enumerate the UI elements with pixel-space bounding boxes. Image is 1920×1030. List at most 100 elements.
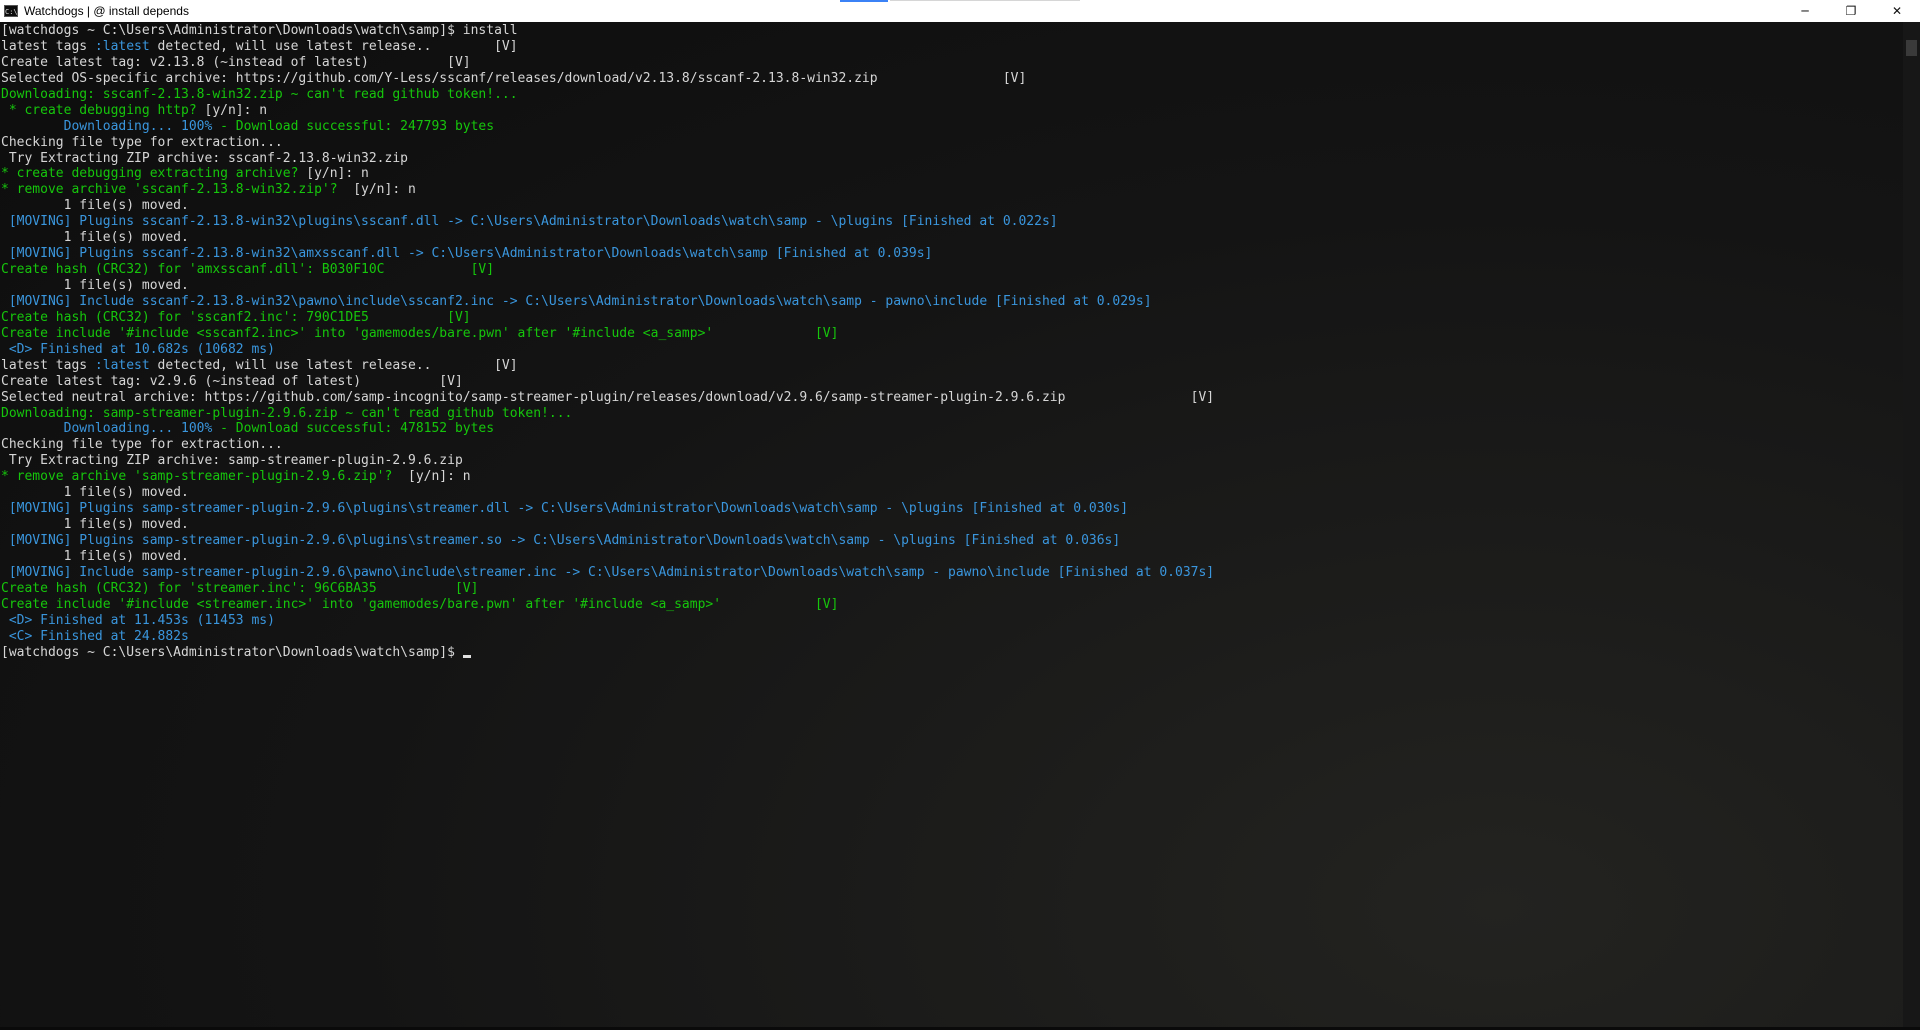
console-text: * remove archive 'samp-streamer-plugin-2… xyxy=(1,469,408,485)
shell-prompt: [watchdogs ~ C:\Users\Administrator\Down… xyxy=(1,644,463,660)
console-text: Selected neutral archive: https://github… xyxy=(1,389,1215,405)
console-line: Create include '#include <sscanf2.inc>' … xyxy=(1,326,1900,342)
vertical-scrollbar[interactable] xyxy=(1903,22,1920,1030)
scrollbar-thumb[interactable] xyxy=(1906,40,1917,56)
console-line: <D> Finished at 10.682s (10682 ms) xyxy=(1,342,1900,358)
console-text: - Download successful: 478152 bytes xyxy=(220,421,495,437)
console-text: 1 file(s) moved. xyxy=(1,517,189,533)
window-controls: ─ ❐ ✕ xyxy=(1782,0,1920,22)
console-text: Try Extracting ZIP archive: sscanf-2.13.… xyxy=(1,150,408,166)
console-text: Create hash (CRC32) for 'sscanf2.inc': 7… xyxy=(1,309,471,325)
console-line: Create hash (CRC32) for 'amxsscanf.dll':… xyxy=(1,262,1900,278)
window-title: Watchdogs | @ install depends xyxy=(24,4,189,18)
console-line: 1 file(s) moved. xyxy=(1,278,1900,294)
console-line: Downloading... 100% - Download successfu… xyxy=(1,421,1900,437)
console-line: Checking file type for extraction... xyxy=(1,135,1900,151)
console-line: Create hash (CRC32) for 'sscanf2.inc': 7… xyxy=(1,310,1900,326)
console-line: Selected neutral archive: https://github… xyxy=(1,390,1900,406)
console-text: 1 file(s) moved. xyxy=(1,485,189,501)
title-divider xyxy=(890,0,1080,1)
console-text: :latest xyxy=(94,38,150,54)
console-text: <D> Finished at 10.682s (10682 ms) xyxy=(1,341,275,357)
console-line: Downloading... 100% - Download successfu… xyxy=(1,119,1900,135)
console-text: Downloading... 100% xyxy=(1,421,221,437)
console-text: <D> Finished at 11.453s (11453 ms) xyxy=(1,612,275,628)
console-line: Selected OS-specific archive: https://gi… xyxy=(1,71,1900,87)
close-icon: ✕ xyxy=(1891,4,1903,18)
console-text: Downloading: samp-streamer-plugin-2.9.6.… xyxy=(1,405,573,421)
console-text: Create include '#include <sscanf2.inc>' … xyxy=(1,325,839,341)
console-line: latest tags :latest detected, will use l… xyxy=(1,39,1900,55)
console-line: Try Extracting ZIP archive: samp-streame… xyxy=(1,453,1900,469)
console-line: Create hash (CRC32) for 'streamer.inc': … xyxy=(1,581,1900,597)
console-text: 1 file(s) moved. xyxy=(1,230,189,246)
console-text: Create hash (CRC32) for 'amxsscanf.dll':… xyxy=(1,262,495,278)
console-text: * create debugging http? xyxy=(1,102,205,118)
console-line: [MOVING] Plugins samp-streamer-plugin-2.… xyxy=(1,501,1900,517)
console-line: Create latest tag: v2.13.8 (~instead of … xyxy=(1,55,1900,71)
prompt-line[interactable]: [watchdogs ~ C:\Users\Administrator\Down… xyxy=(1,645,1900,661)
console-text: Create latest tag: v2.9.6 (~instead of l… xyxy=(1,373,463,389)
restore-icon: ❐ xyxy=(1845,4,1857,18)
console-line: Try Extracting ZIP archive: sscanf-2.13.… xyxy=(1,151,1900,167)
console-line: [MOVING] Plugins samp-streamer-plugin-2.… xyxy=(1,533,1900,549)
console-text: [MOVING] Include samp-streamer-plugin-2.… xyxy=(1,564,1215,580)
console-line: <D> Finished at 11.453s (11453 ms) xyxy=(1,613,1900,629)
console-text: [MOVING] Plugins samp-streamer-plugin-2.… xyxy=(1,533,1121,548)
console-line: [MOVING] Plugins sscanf-2.13.8-win32\plu… xyxy=(1,214,1900,230)
console-line: 1 file(s) moved. xyxy=(1,517,1900,533)
console-text: - Download successful: 247793 bytes xyxy=(220,118,495,134)
console-text: [y/n]: n xyxy=(408,469,471,485)
console-text: detected, will use latest release.. [V] xyxy=(149,38,518,54)
console-text: [y/n]: n xyxy=(306,166,369,182)
console-text: Downloading... 100% xyxy=(1,118,221,134)
console-line: Create latest tag: v2.9.6 (~instead of l… xyxy=(1,374,1900,390)
console-text: detected, will use latest release.. [V] xyxy=(149,357,518,373)
console-text: Checking file type for extraction... xyxy=(1,134,283,150)
console-text: [MOVING] Plugins sscanf-2.13.8-win32\plu… xyxy=(1,214,1058,230)
close-button[interactable]: ✕ xyxy=(1874,0,1920,22)
console-line: [MOVING] Include sscanf-2.13.8-win32\paw… xyxy=(1,294,1900,310)
console-text: * remove archive 'sscanf-2.13.8-win32.zi… xyxy=(1,182,354,198)
console-line: <C> Finished at 24.882s xyxy=(1,629,1900,645)
console-text: [y/n]: n xyxy=(204,102,268,118)
console-line: * remove archive 'samp-streamer-plugin-2… xyxy=(1,469,1900,485)
console-line: 1 file(s) moved. xyxy=(1,549,1900,565)
console-text: Create include '#include <streamer.inc>'… xyxy=(1,596,839,612)
console-line: Downloading: sscanf-2.13.8-win32.zip ~ c… xyxy=(1,87,1900,103)
minimize-button[interactable]: ─ xyxy=(1782,0,1828,22)
console-line: 1 file(s) moved. xyxy=(1,198,1900,214)
console-text: * create debugging extracting archive? xyxy=(1,166,307,182)
restore-button[interactable]: ❐ xyxy=(1828,0,1874,22)
console-line: * remove archive 'sscanf-2.13.8-win32.zi… xyxy=(1,182,1900,198)
console-text: 1 file(s) moved. xyxy=(1,278,189,293)
console-text: [MOVING] Include sscanf-2.13.8-win32\paw… xyxy=(1,293,1152,309)
console-text: Downloading: sscanf-2.13.8-win32.zip ~ c… xyxy=(1,86,518,102)
console-text: Selected OS-specific archive: https://gi… xyxy=(1,70,1027,86)
console-text: [watchdogs ~ C:\Users\Administrator\Down… xyxy=(1,23,518,38)
console-line: Checking file type for extraction... xyxy=(1,437,1900,453)
console-text: Try Extracting ZIP archive: samp-streame… xyxy=(1,453,463,469)
console-text: 1 file(s) moved. xyxy=(1,548,189,564)
console-text: latest tags xyxy=(1,38,95,54)
console-line: Create include '#include <streamer.inc>'… xyxy=(1,597,1900,613)
console-line: * create debugging http? [y/n]: n xyxy=(1,103,1900,119)
console-text: Create hash (CRC32) for 'streamer.inc': … xyxy=(1,580,479,596)
console-text: [MOVING] Plugins samp-streamer-plugin-2.… xyxy=(1,501,1129,517)
console-text: :latest xyxy=(94,357,150,373)
terminal-window: C:\ Watchdogs | @ install depends ─ ❐ ✕ … xyxy=(0,0,1920,1030)
console-text: <C> Finished at 24.882s xyxy=(1,628,189,644)
console-line: [watchdogs ~ C:\Users\Administrator\Down… xyxy=(1,23,1900,39)
title-bar[interactable]: C:\ Watchdogs | @ install depends ─ ❐ ✕ xyxy=(0,0,1920,22)
console-text: latest tags xyxy=(1,357,95,373)
title-accent-bar xyxy=(840,0,888,2)
console-line: 1 file(s) moved. xyxy=(1,485,1900,501)
console-text: Create latest tag: v2.13.8 (~instead of … xyxy=(1,54,471,70)
minimize-icon: ─ xyxy=(1801,4,1809,18)
console-output[interactable]: [watchdogs ~ C:\Users\Administrator\Down… xyxy=(0,23,1900,1023)
console-text: [y/n]: n xyxy=(353,182,416,198)
console-line: latest tags :latest detected, will use l… xyxy=(1,358,1900,374)
console-text: Checking file type for extraction... xyxy=(1,437,283,453)
console-icon: C:\ xyxy=(4,5,18,17)
console-line: [MOVING] Include samp-streamer-plugin-2.… xyxy=(1,565,1900,581)
